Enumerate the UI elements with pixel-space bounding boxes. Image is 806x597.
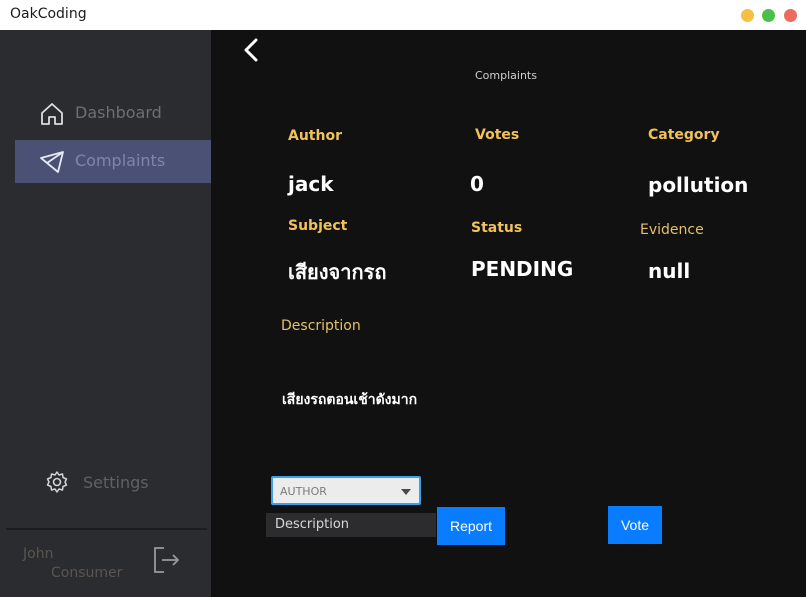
evidence-label: Evidence: [640, 222, 704, 238]
sidebar-item-settings[interactable]: Settings: [45, 468, 205, 498]
close-button[interactable]: [784, 9, 797, 22]
page-title: Complaints: [475, 69, 537, 82]
description-text: เสียงรถตอนเช้าดังมาก: [282, 392, 418, 408]
app-title: OakCoding: [10, 6, 87, 22]
chevron-down-icon: [401, 489, 411, 495]
sidebar-item-label: Complaints: [75, 151, 166, 170]
logout-icon[interactable]: [152, 545, 182, 575]
select-value: AUTHOR: [280, 485, 327, 498]
home-icon: [41, 103, 63, 125]
report-button[interactable]: Report: [437, 507, 505, 545]
subject-value: เสียงจากรถ: [288, 260, 387, 284]
main-panel: Complaints Author jack Votes 0 Category …: [211, 30, 806, 597]
category-label: Category: [648, 127, 720, 143]
sidebar-divider: [6, 528, 207, 530]
sidebar-item-label: Dashboard: [75, 103, 162, 122]
evidence-value: null: [648, 259, 691, 283]
report-description-input[interactable]: Description: [266, 513, 436, 537]
user-first-name: John: [23, 546, 54, 562]
paper-plane-icon: [40, 151, 64, 173]
description-label: Description: [281, 318, 361, 334]
gear-icon: [46, 471, 68, 493]
author-sort-select[interactable]: AUTHOR: [271, 476, 421, 505]
maximize-button[interactable]: [762, 9, 775, 22]
sidebar-item-dashboard[interactable]: Dashboard: [15, 92, 211, 135]
sidebar-item-complaints[interactable]: Complaints: [15, 140, 211, 183]
minimize-button[interactable]: [741, 9, 754, 22]
votes-value: 0: [470, 172, 484, 196]
status-value: PENDING: [471, 257, 574, 281]
votes-label: Votes: [475, 127, 520, 143]
sidebar: Dashboard Complaints Settings John Consu…: [0, 30, 211, 597]
category-value: pollution: [648, 173, 749, 197]
subject-label: Subject: [288, 218, 348, 234]
settings-label: Settings: [83, 473, 149, 492]
user-role: Consumer: [51, 565, 123, 581]
vote-button[interactable]: Vote: [608, 506, 662, 544]
author-label: Author: [288, 128, 342, 144]
input-value: Description: [275, 517, 350, 532]
status-label: Status: [471, 220, 523, 236]
window-titlebar: OakCoding: [0, 0, 806, 30]
back-arrow-icon[interactable]: [242, 37, 260, 63]
author-value: jack: [288, 172, 334, 196]
